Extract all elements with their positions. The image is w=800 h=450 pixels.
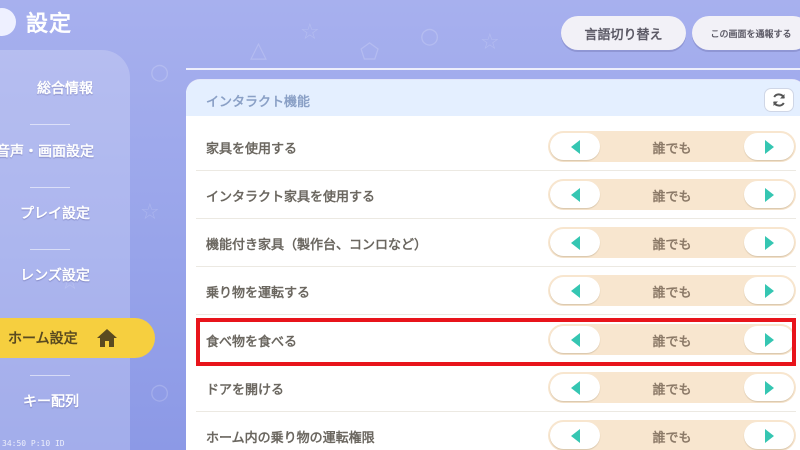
panel-top-divider: [186, 68, 800, 70]
sidebar-divider: [30, 124, 70, 125]
next-option-button[interactable]: [744, 229, 794, 256]
prev-option-button[interactable]: [550, 181, 600, 208]
sidebar-item-lens[interactable]: レンズ設定: [0, 255, 120, 295]
sidebar-item-audio-display[interactable]: 音声・画面設定: [0, 131, 126, 171]
refresh-button[interactable]: [764, 88, 794, 112]
option-stepper: 誰でも: [548, 420, 796, 450]
setting-row: 機能付き家具（製作台、コンロなど） 誰でも: [186, 219, 800, 267]
report-screen-button[interactable]: この画面を通報する: [692, 16, 800, 50]
setting-label: インタラクト家具を使用する: [206, 190, 376, 205]
arrow-right-icon: [764, 283, 774, 298]
sidebar-divider: [30, 249, 70, 250]
prev-option-button[interactable]: [550, 229, 600, 256]
refresh-icon: [773, 93, 785, 107]
arrow-left-icon: [570, 283, 580, 298]
setting-label: 乗り物を運転する: [206, 286, 311, 301]
option-value: 誰でも: [652, 190, 692, 205]
prev-option-button[interactable]: [550, 374, 600, 401]
page-title: 設定: [26, 12, 73, 37]
sidebar-item-general-info[interactable]: 総合情報: [0, 68, 130, 108]
setting-label: 食べ物を食べる: [206, 335, 298, 350]
arrow-left-icon: [570, 428, 580, 443]
prev-option-button[interactable]: [550, 326, 600, 353]
next-option-button[interactable]: [744, 181, 794, 208]
option-stepper: 誰でも: [548, 179, 796, 210]
arrow-left-icon: [570, 235, 580, 250]
option-value: 誰でも: [652, 431, 692, 446]
page-title-group: 設定: [0, 6, 72, 38]
sidebar-item-key-layout[interactable]: キー配列: [0, 381, 116, 421]
arrow-right-icon: [764, 139, 774, 154]
panel-title: インタラクト機能: [206, 95, 311, 110]
next-option-button[interactable]: [744, 374, 794, 401]
setting-row: ドアを開ける 誰でも: [186, 364, 800, 412]
option-stepper: 誰でも: [548, 227, 796, 258]
prev-option-button[interactable]: [550, 422, 600, 449]
arrow-left-icon: [570, 380, 580, 395]
sidebar-item-label: ホーム設定: [8, 331, 78, 347]
option-value: 誰でも: [652, 335, 692, 350]
row-divider: [196, 314, 796, 315]
arrow-right-icon: [764, 235, 774, 250]
sidebar-item-play[interactable]: プレイ設定: [0, 193, 120, 233]
setting-label: ドアを開ける: [206, 383, 285, 398]
prev-option-button[interactable]: [550, 277, 600, 304]
arrow-right-icon: [764, 428, 774, 443]
option-value: 誰でも: [652, 238, 692, 253]
setting-label: ホーム内の乗り物の運転権限: [206, 431, 375, 446]
option-value: 誰でも: [652, 383, 692, 398]
option-value: 誰でも: [652, 286, 692, 301]
option-value: 誰でも: [652, 142, 692, 157]
setting-row: 家具を使用する 誰でも: [186, 123, 800, 171]
arrow-left-icon: [570, 332, 580, 347]
setting-row: 乗り物を運転する 誰でも: [186, 267, 800, 315]
back-icon[interactable]: [0, 8, 16, 36]
sidebar-item-home[interactable]: ホーム設定: [0, 318, 155, 358]
debug-overlay-text: 34:50 P:10 ID: [2, 439, 65, 448]
prev-option-button[interactable]: [550, 133, 600, 160]
next-option-button[interactable]: [744, 133, 794, 160]
setting-row-highlighted: 食べ物を食べる 誰でも: [186, 316, 800, 364]
setting-label: 家具を使用する: [206, 142, 298, 157]
arrow-right-icon: [764, 380, 774, 395]
option-stepper: 誰でも: [548, 324, 796, 355]
option-stepper: 誰でも: [548, 131, 796, 162]
home-icon: [96, 329, 117, 347]
next-option-button[interactable]: [744, 326, 794, 353]
language-switch-button[interactable]: 言語切り替え: [561, 16, 686, 50]
sidebar-divider: [30, 187, 70, 188]
settings-panel: インタラクト機能 家具を使用する 誰でも インタラクト家具を使用する 誰でも 機…: [186, 80, 800, 450]
next-option-button[interactable]: [744, 277, 794, 304]
option-stepper: 誰でも: [548, 275, 796, 306]
setting-label: 機能付き家具（製作台、コンロなど）: [206, 238, 428, 253]
panel-header: インタラクト機能: [186, 80, 800, 116]
arrow-left-icon: [570, 139, 580, 154]
setting-row: インタラクト家具を使用する 誰でも: [186, 171, 800, 219]
next-option-button[interactable]: [744, 422, 794, 449]
arrow-right-icon: [764, 187, 774, 202]
option-stepper: 誰でも: [548, 372, 796, 403]
setting-row: ホーム内の乗り物の運転権限 誰でも: [186, 412, 800, 450]
sidebar-divider: [30, 375, 70, 376]
arrow-right-icon: [764, 332, 774, 347]
header: 設定 言語切り替え この画面を通報する: [0, 0, 800, 62]
arrow-left-icon: [570, 187, 580, 202]
